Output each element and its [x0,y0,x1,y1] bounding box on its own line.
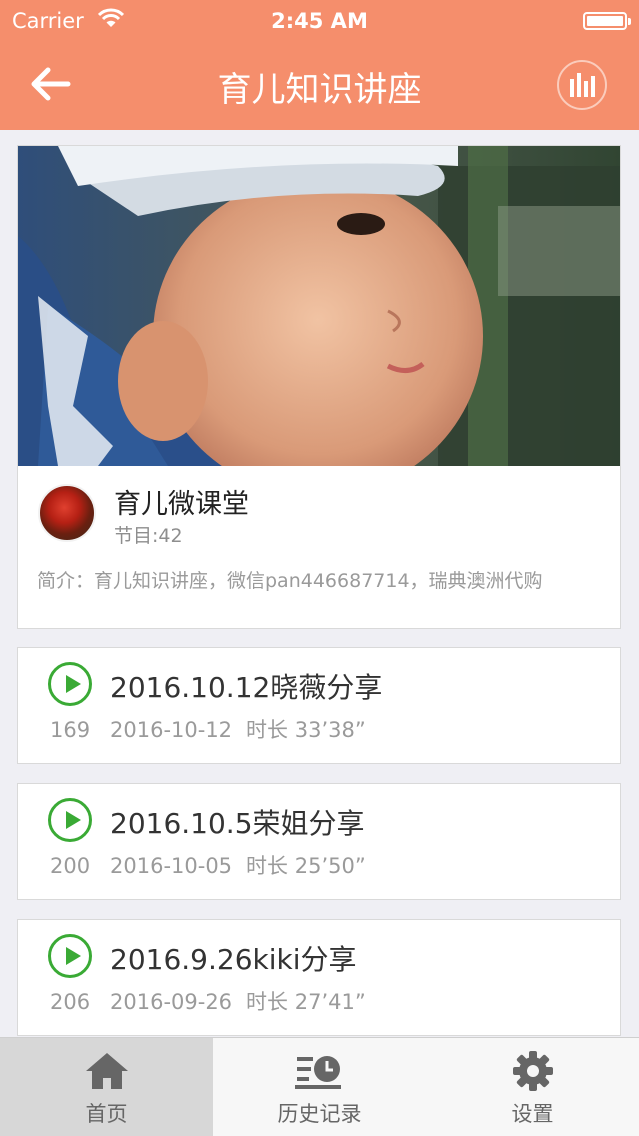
track-date: 2016-09-26 [110,990,233,1014]
play-icon[interactable] [48,662,92,706]
play-icon[interactable] [48,798,92,842]
channel-avatar[interactable] [38,484,96,542]
tab-bar: 首页 历史记录 设置 [0,1037,639,1136]
now-playing-button[interactable] [557,60,607,110]
track-meta: 169 2016-10-12 时长 33’38” [50,714,366,744]
tab-label: 首页 [85,1102,128,1126]
status-bar: Carrier 2:45 AM [0,0,639,42]
track-item[interactable]: 2016.9.26kiki分享 206 2016-09-26 时长 27’41” [17,919,621,1036]
channel-card: 育儿微课堂 节目:42 简介：育儿知识讲座，微信pan446687714，瑞典澳… [17,145,621,629]
tab-home[interactable]: 首页 [0,1038,213,1136]
audio-bars-icon [570,73,595,97]
track-duration: 时长 25’50” [246,854,366,878]
navigation-bar: 育儿知识讲座 [0,42,639,130]
play-count: 169 [50,718,91,742]
track-duration: 时长 27’41” [246,990,366,1014]
channel-intro: 简介：育儿知识讲座，微信pan446687714，瑞典澳洲代购 [37,570,543,592]
program-count: 节目:42 [114,525,183,547]
history-icon [213,1048,426,1094]
track-title: 2016.10.12晓薇分享 [110,671,383,704]
track-date: 2016-10-12 [110,718,233,742]
play-count: 200 [50,854,91,878]
gear-icon [426,1048,639,1094]
tab-label: 设置 [511,1102,554,1126]
channel-cover-photo [18,146,620,466]
track-duration: 时长 33’38” [246,718,366,742]
track-meta: 206 2016-09-26 时长 27’41” [50,986,366,1016]
clock: 2:45 AM [271,9,368,33]
track-item[interactable]: 2016.10.12晓薇分享 169 2016-10-12 时长 33’38” [17,647,621,764]
track-date: 2016-10-05 [110,854,233,878]
tab-label: 历史记录 [277,1102,362,1126]
battery-icon [583,12,631,30]
play-count: 206 [50,990,91,1014]
page-title: 育儿知识讲座 [217,70,422,110]
track-title: 2016.10.5荣姐分享 [110,807,365,840]
channel-name: 育儿微课堂 [114,489,249,520]
tab-history[interactable]: 历史记录 [213,1038,426,1136]
play-icon[interactable] [48,934,92,978]
track-title: 2016.9.26kiki分享 [110,943,357,976]
track-meta: 200 2016-10-05 时长 25’50” [50,850,366,880]
tab-settings[interactable]: 设置 [426,1038,639,1136]
home-icon [0,1048,213,1094]
track-item[interactable]: 2016.10.5荣姐分享 200 2016-10-05 时长 25’50” [17,783,621,900]
